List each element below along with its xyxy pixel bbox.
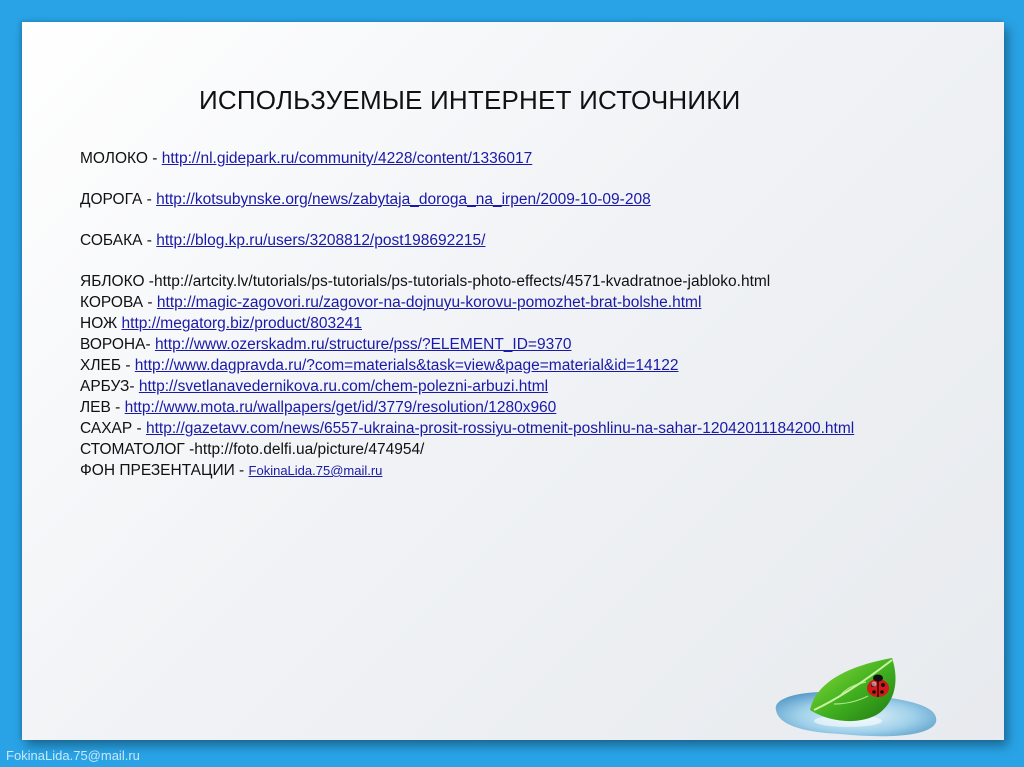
- source-list: МОЛОКО - http://nl.gidepark.ru/community…: [80, 148, 854, 481]
- source-label: ВОРОНА-: [80, 336, 155, 353]
- source-label: САХАР -: [80, 420, 146, 437]
- source-link[interactable]: http://kotsubynske.org/news/zabytaja_dor…: [156, 191, 651, 208]
- source-link[interactable]: http://www.mota.ru/wallpapers/get/id/377…: [125, 399, 557, 416]
- source-link[interactable]: http://gazetavv.com/news/6557-ukraina-pr…: [146, 420, 854, 437]
- list-item: ДОРОГА - http://kotsubynske.org/news/zab…: [80, 189, 854, 210]
- source-label: НОЖ: [80, 315, 122, 332]
- source-link[interactable]: http://magic-zagovori.ru/zagovor-na-dojn…: [157, 294, 701, 311]
- list-item: САХАР - http://gazetavv.com/news/6557-uk…: [80, 418, 854, 439]
- list-item: МОЛОКО - http://nl.gidepark.ru/community…: [80, 148, 854, 169]
- source-link[interactable]: http://www.dagpravda.ru/?com=materials&t…: [135, 357, 679, 374]
- list-item: ЛЕВ - http://www.mota.ru/wallpapers/get/…: [80, 397, 854, 418]
- page-title: ИСПОЛЬЗУЕМЫЕ ИНТЕРНЕТ ИСТОЧНИКИ: [199, 85, 741, 115]
- list-item: КОРОВА - http://magic-zagovori.ru/zagovo…: [80, 292, 854, 313]
- list-item: ХЛЕБ - http://www.dagpravda.ru/?com=mate…: [80, 355, 854, 376]
- source-link[interactable]: http://svetlanavedernikova.ru.com/chem-p…: [139, 378, 548, 395]
- source-label: СТОМАТОЛОГ -http://foto.delfi.ua/picture…: [80, 441, 425, 458]
- source-link[interactable]: http://blog.kp.ru/users/3208812/post1986…: [156, 232, 485, 249]
- source-label: АРБУЗ-: [80, 378, 139, 395]
- list-item: СТОМАТОЛОГ -http://foto.delfi.ua/picture…: [80, 439, 854, 460]
- source-label: ХЛЕБ -: [80, 357, 135, 374]
- list-item: СОБАКА - http://blog.kp.ru/users/3208812…: [80, 230, 854, 251]
- list-item: ВОРОНА- http://www.ozerskadm.ru/structur…: [80, 334, 854, 355]
- list-item: АРБУЗ- http://svetlanavedernikova.ru.com…: [80, 376, 854, 397]
- list-item: ЯБЛОКО -http://artcity.lv/tutorials/ps-t…: [80, 271, 854, 292]
- source-link[interactable]: http://megatorg.biz/product/803241: [122, 315, 362, 332]
- source-label: ДОРОГА -: [80, 191, 157, 208]
- list-item: ФОН ПРЕЗЕНТАЦИИ - FokinaLida.75@mail.ru: [80, 460, 854, 481]
- source-label: ЛЕВ -: [80, 399, 125, 416]
- source-label: ФОН ПРЕЗЕНТАЦИИ -: [80, 462, 249, 479]
- list-item: НОЖ http://megatorg.biz/product/803241: [80, 313, 854, 334]
- source-label: СОБАКА -: [80, 232, 157, 249]
- source-label: МОЛОКО -: [80, 150, 162, 167]
- source-label: КОРОВА -: [80, 294, 157, 311]
- email-link[interactable]: FokinaLida.75@mail.ru: [249, 463, 383, 478]
- source-link[interactable]: http://nl.gidepark.ru/community/4228/con…: [162, 150, 533, 167]
- leaf-ladybug-icon: [775, 658, 937, 737]
- footer-email: FokinaLida.75@mail.ru: [6, 748, 140, 763]
- source-label: ЯБЛОКО -http://artcity.lv/tutorials/ps-t…: [80, 273, 771, 290]
- source-link[interactable]: http://www.ozerskadm.ru/structure/pss/?E…: [155, 336, 572, 353]
